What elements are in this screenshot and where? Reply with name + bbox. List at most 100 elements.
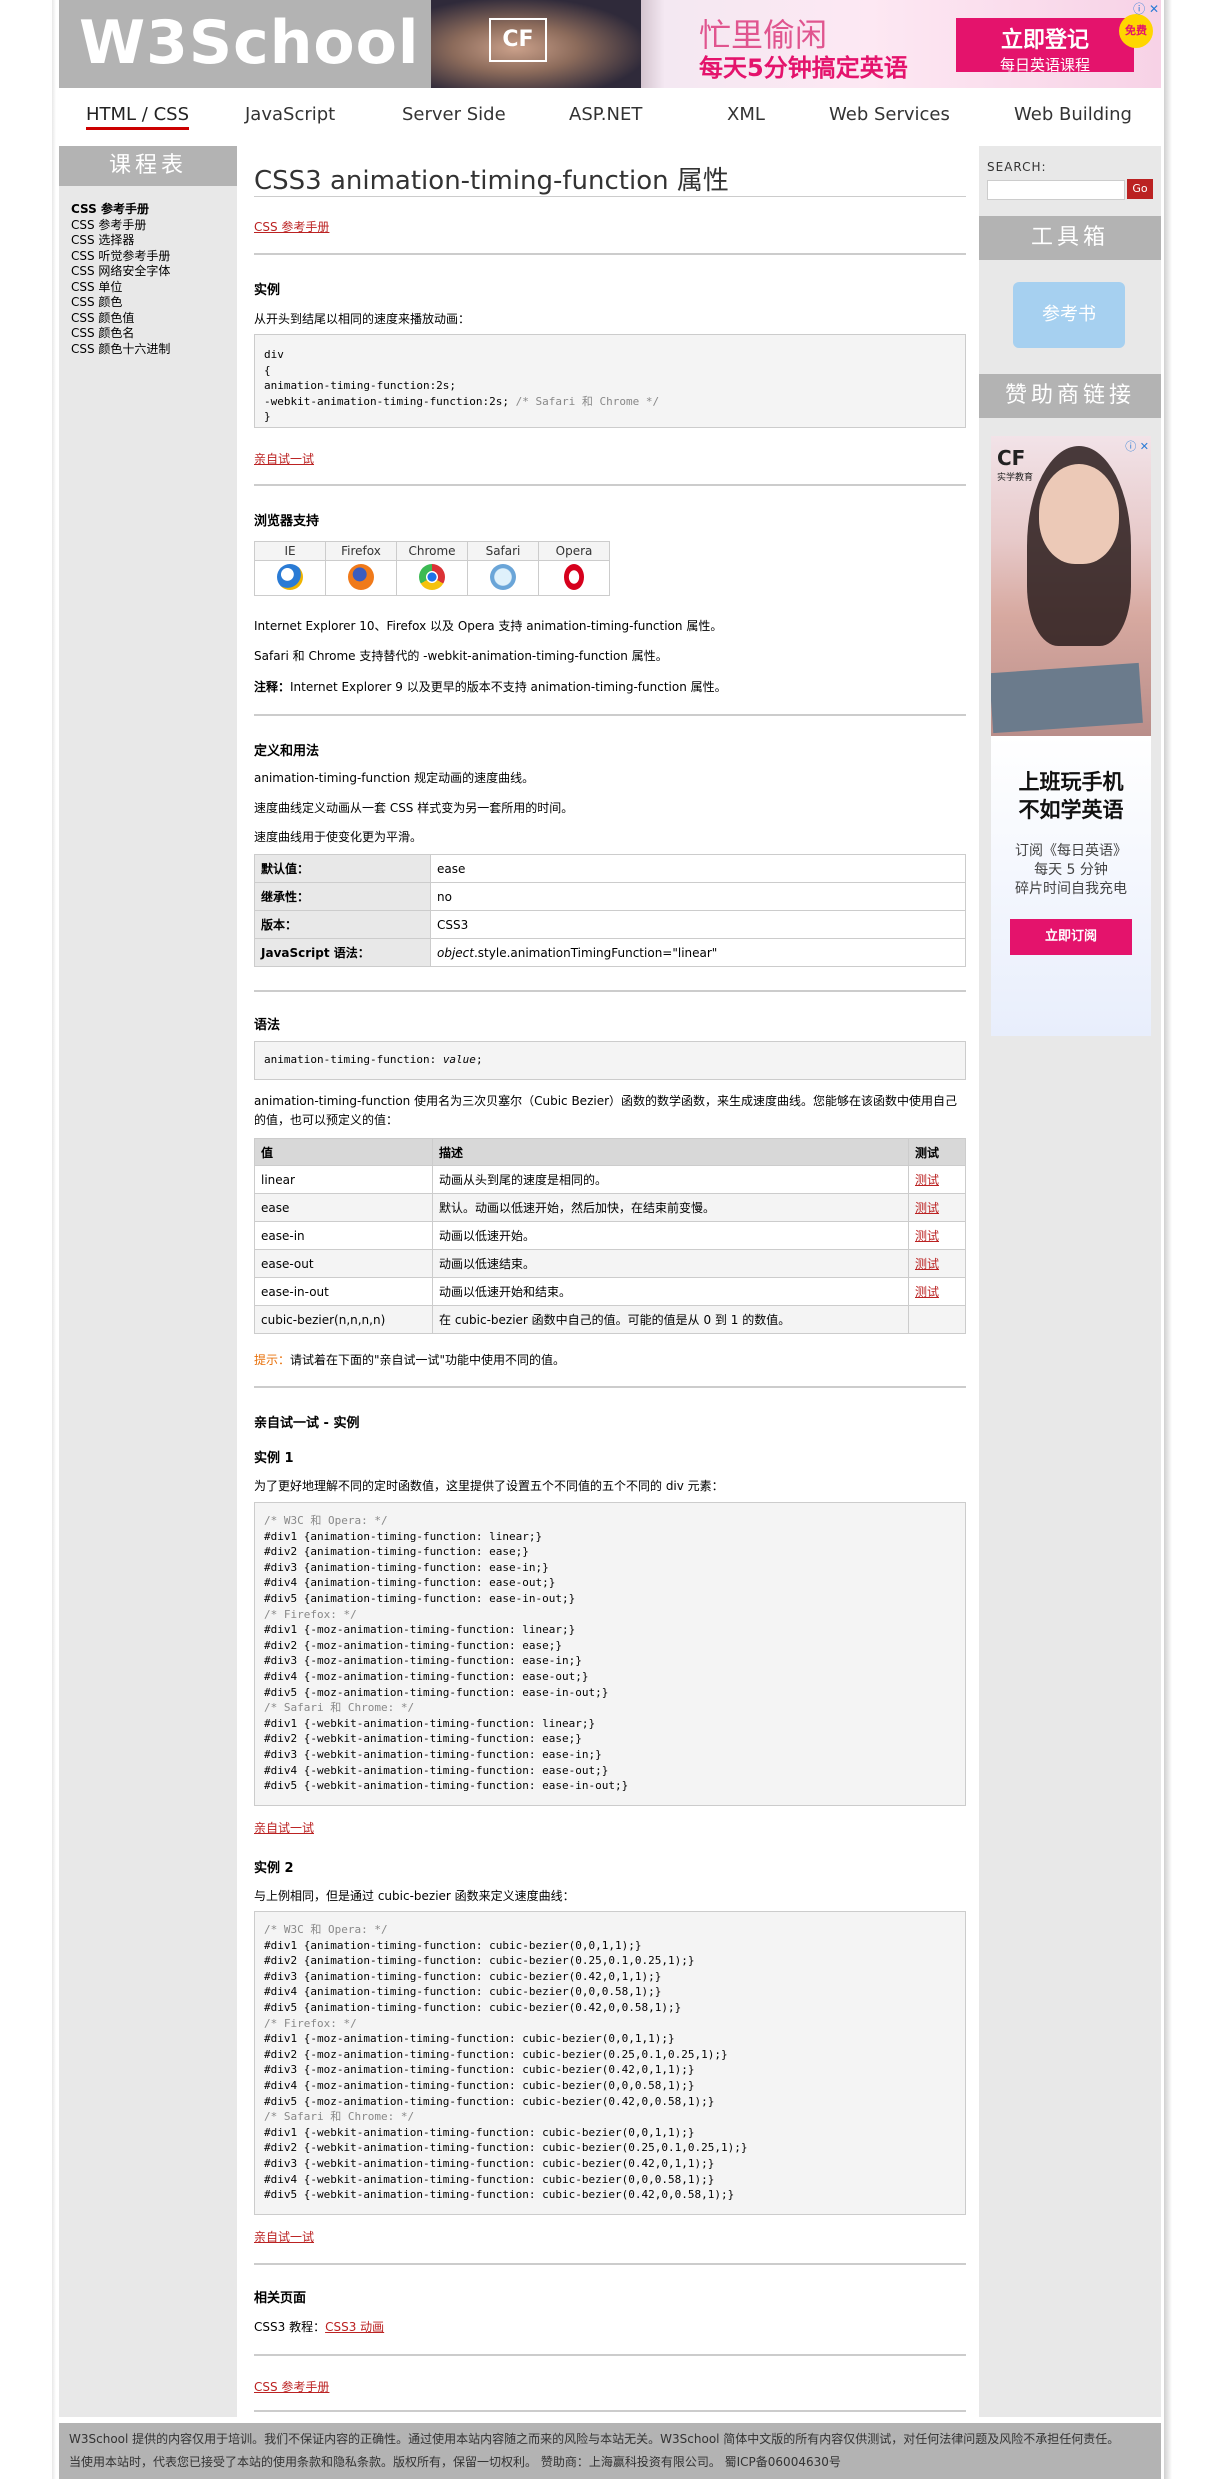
nav-xml[interactable]: XML bbox=[727, 104, 765, 125]
nav-html-css[interactable]: HTML / CSS bbox=[86, 104, 190, 130]
divider bbox=[254, 714, 966, 716]
sidebar-item[interactable]: CSS 颜色名 bbox=[71, 326, 237, 342]
test-link[interactable]: 测试 bbox=[915, 1201, 939, 1215]
code-line: #div4 {-moz-animation-timing-function: c… bbox=[264, 2078, 695, 2092]
banner-ad[interactable]: CF 忙里偷闲 每天5分钟搞定英语 立即登记 每日英语课程 免费 ⓘ ✕ bbox=[431, 0, 1161, 88]
sidebar-item[interactable]: CSS 单位 bbox=[71, 280, 237, 296]
test-link[interactable]: 测试 bbox=[915, 1285, 939, 1299]
nav-aspnet[interactable]: ASP.NET bbox=[569, 104, 642, 125]
footer-copyright: 当使用本站时，代表您已接受了本站的使用条款和隐私条款。版权所有，保留一切权利。 … bbox=[69, 2455, 841, 2469]
try-it-link[interactable]: 亲自试一试 bbox=[254, 2228, 314, 2245]
main-content: CSS3 animation-timing-function 属性 CSS 参考… bbox=[254, 146, 966, 2417]
code-line: #div4 {animation-timing-function: cubic-… bbox=[264, 1985, 662, 1999]
sidebar-item[interactable]: CSS 参考手册 bbox=[71, 218, 237, 234]
cell-desc: 动画以低速开始。 bbox=[432, 1221, 909, 1250]
code-line: { bbox=[264, 363, 271, 377]
reference-book-button[interactable]: 参考书 bbox=[1013, 282, 1125, 348]
def-value: object.style.animationTimingFunction="li… bbox=[430, 938, 966, 967]
code-line: #div3 {-webkit-animation-timing-function… bbox=[264, 2156, 715, 2170]
sidebar-item[interactable]: CSS 颜色十六进制 bbox=[71, 342, 237, 358]
code-line: animation-timing-function: bbox=[264, 1053, 443, 1066]
search-input[interactable] bbox=[987, 180, 1125, 200]
code-line: #div5 {-webkit-animation-timing-function… bbox=[264, 1779, 629, 1793]
code-line: #div5 {animation-timing-function: cubic-… bbox=[264, 2000, 682, 2014]
sidebar-item[interactable]: CSS 选择器 bbox=[71, 233, 237, 249]
site-footer: W3School 提供的内容仅用于培训。我们不保证内容的正确性。通过使用本站内容… bbox=[59, 2423, 1161, 2479]
code-line: #div1 {animation-timing-function: cubic-… bbox=[264, 1938, 642, 1952]
divider bbox=[254, 2354, 966, 2356]
code-line: #div2 {-moz-animation-timing-function: c… bbox=[264, 2047, 728, 2061]
nav-javascript[interactable]: JavaScript bbox=[245, 104, 335, 125]
sidebar-item[interactable]: CSS 网络安全字体 bbox=[71, 264, 237, 280]
syntax-description: animation-timing-function 使用名为三次贝塞尔（Cubi… bbox=[254, 1094, 958, 1108]
code-line: #div4 {-moz-animation-timing-function: e… bbox=[264, 1669, 589, 1683]
test-link[interactable]: 测试 bbox=[915, 1257, 939, 1271]
code-line: #div2 {animation-timing-function: cubic-… bbox=[264, 1954, 695, 1968]
code-line: #div3 {animation-timing-function: cubic-… bbox=[264, 1969, 662, 1983]
code-line: #div3 {-webkit-animation-timing-function… bbox=[264, 1747, 602, 1761]
search-go-button[interactable]: Go bbox=[1127, 179, 1153, 199]
try-it-link[interactable]: 亲自试一试 bbox=[254, 450, 314, 467]
example2-code-block: /* W3C 和 Opera: */ #div1 {animation-timi… bbox=[254, 1911, 966, 2215]
tip-body: 请试着在下面的"亲自试一试"功能中使用不同的值。 bbox=[290, 1353, 566, 1367]
related-line: CSS3 教程：CSS3 动画 bbox=[254, 2318, 384, 2335]
browser-name-opera: Opera bbox=[538, 541, 610, 561]
nav-web-services[interactable]: Web Services bbox=[829, 104, 950, 125]
css-reference-link[interactable]: CSS 参考手册 bbox=[254, 218, 329, 235]
nav-web-building[interactable]: Web Building bbox=[1014, 104, 1132, 125]
example1-description: 为了更好地理解不同的定时函数值，这里提供了设置五个不同值的五个不同的 div 元… bbox=[254, 1479, 724, 1493]
def-key: 继承性： bbox=[254, 882, 431, 911]
nav-server-side[interactable]: Server Side bbox=[402, 104, 506, 125]
cell-test-empty bbox=[908, 1305, 966, 1334]
ad-headline: 上班玩手机 不如学英语 bbox=[991, 768, 1151, 824]
search-label: SEARCH: bbox=[987, 160, 1047, 174]
banner-register-button[interactable]: 立即登记 每日英语课程 bbox=[956, 18, 1134, 74]
tip-text: 提示：请试着在下面的"亲自试一试"功能中使用不同的值。 bbox=[254, 1351, 565, 1368]
example-heading: 实例 bbox=[254, 283, 281, 298]
css3-animation-link[interactable]: CSS3 动画 bbox=[325, 2320, 384, 2334]
col-header-description: 描述 bbox=[432, 1138, 909, 1166]
divider bbox=[254, 2263, 966, 2265]
example-code-block: div { animation-timing-function:2s; -web… bbox=[254, 334, 966, 428]
example2-heading: 实例 2 bbox=[254, 1861, 294, 1876]
sidebar-item[interactable]: CSS 听觉参考手册 bbox=[71, 249, 237, 265]
code-line: #div5 {-webkit-animation-timing-function… bbox=[264, 2188, 735, 2202]
ad-close-icon[interactable]: ⓘ ✕ bbox=[1133, 0, 1159, 17]
sidebar-item[interactable]: CSS 颜色 bbox=[71, 295, 237, 311]
code-line: #div5 {-moz-animation-timing-function: c… bbox=[264, 2094, 715, 2108]
ad-sub-line: 碎片时间自我充电 bbox=[1015, 881, 1127, 897]
js-object: object bbox=[437, 945, 474, 960]
syntax-heading: 语法 bbox=[254, 1018, 281, 1033]
test-link[interactable]: 测试 bbox=[915, 1229, 939, 1243]
toolbox-title: 工具箱 bbox=[979, 216, 1161, 260]
sidebar-ad[interactable]: CF 实学教育 ⓘ ✕ 上班玩手机 不如学英语 订阅《每日英语》 每天 5 分钟 碎片时… bbox=[991, 436, 1151, 1036]
site-logo[interactable]: W3School bbox=[79, 8, 419, 78]
try-it-link[interactable]: 亲自试一试 bbox=[254, 1819, 314, 1836]
code-value: value bbox=[442, 1053, 476, 1066]
ad-brand-logo: CF 实学教育 bbox=[997, 446, 1045, 483]
js-rest: .style.animationTimingFunction="linear" bbox=[473, 945, 718, 960]
related-label: CSS3 教程： bbox=[254, 2320, 326, 2334]
values-table: 值 描述 测试 linear 动画从头到尾的速度是相同的。 测试 ease 默认。动画… bbox=[254, 1138, 966, 1334]
css-reference-link-bottom[interactable]: CSS 参考手册 bbox=[254, 2378, 329, 2395]
main-nav: HTML / CSS JavaScript Server Side ASP.NE… bbox=[59, 96, 1161, 140]
def-key: 默认值： bbox=[254, 854, 431, 883]
cell-value: ease-in-out bbox=[254, 1277, 433, 1306]
note-text: Internet Explorer 9 以及更早的版本不支持 animation… bbox=[290, 680, 727, 694]
cell-value: linear bbox=[254, 1165, 433, 1194]
banner-register-label: 立即登记 bbox=[1000, 28, 1089, 53]
code-line: animation-timing-function:2s; bbox=[264, 379, 457, 393]
ad-sub-line: 订阅《每日英语》 bbox=[1015, 843, 1127, 859]
tryit-heading: 亲自试一试 - 实例 bbox=[254, 1416, 360, 1431]
test-link[interactable]: 测试 bbox=[915, 1173, 939, 1187]
definition-text: 速度曲线用于使变化更为平滑。 bbox=[254, 830, 423, 844]
ad-subtext: 订阅《每日英语》 每天 5 分钟 碎片时间自我充电 bbox=[991, 842, 1151, 899]
sidebar-item-current: CSS 参考手册 bbox=[71, 202, 149, 216]
page-shadow-left bbox=[52, 0, 56, 2479]
code-line: #div4 {-webkit-animation-timing-function… bbox=[264, 1763, 609, 1777]
ad-subscribe-button[interactable]: 立即订阅 bbox=[1010, 919, 1132, 955]
opera-icon bbox=[564, 563, 584, 590]
ad-close-icon[interactable]: ⓘ ✕ bbox=[1125, 438, 1149, 454]
sidebar-item[interactable]: CSS 颜色值 bbox=[71, 311, 237, 327]
code-line: #div1 {-moz-animation-timing-function: l… bbox=[264, 1623, 576, 1637]
